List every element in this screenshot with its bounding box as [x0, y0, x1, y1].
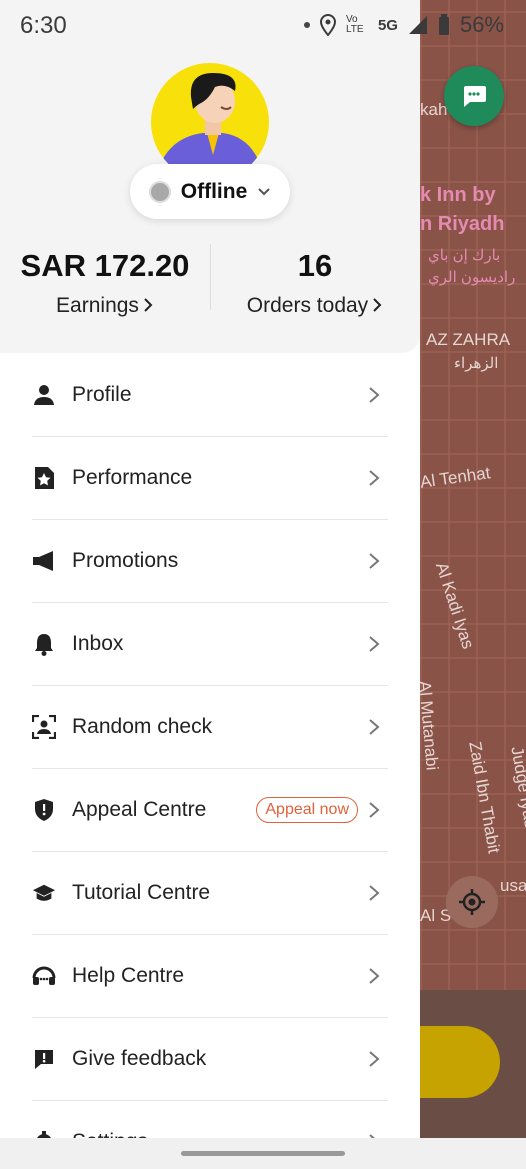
map-label: بارك إن باي — [428, 247, 501, 264]
menu-item-label: Help Centre — [72, 964, 185, 987]
menu-item-label: Random check — [72, 715, 213, 738]
headset-icon — [32, 966, 56, 985]
star-document-icon — [35, 467, 54, 489]
menu-item-performance[interactable]: Performance — [32, 437, 388, 520]
face-scan-icon — [32, 715, 56, 739]
menu-item-label: Tutorial Centre — [72, 881, 211, 904]
gear-icon — [37, 1131, 51, 1138]
map-label: kah — [420, 100, 448, 119]
earnings-value: SAR 172.20 — [20, 248, 190, 283]
notification-dot-icon — [303, 22, 310, 28]
map-label: usab — [500, 876, 526, 895]
orders-link[interactable]: Orders today — [230, 294, 400, 318]
menu-item-random-check[interactable]: Random check — [32, 686, 388, 769]
menu-item-settings[interactable]: Settings — [32, 1101, 388, 1138]
menu-item-give-feedback[interactable]: Give feedback — [32, 1018, 388, 1101]
graduation-cap-icon — [32, 884, 56, 901]
volte-indicator: Vo LTE — [345, 14, 364, 35]
chevron-right-icon — [369, 553, 380, 569]
earnings-stat[interactable]: SAR 172.20 Earnings — [20, 248, 190, 318]
menu-item-label: Give feedback — [72, 1047, 207, 1070]
crosshair-icon — [459, 889, 485, 915]
menu-item-help-centre[interactable]: Help Centre — [32, 935, 388, 1018]
orders-stat[interactable]: 16 Orders today — [230, 248, 400, 318]
bell-icon — [35, 634, 53, 656]
chevron-right-icon — [369, 636, 380, 652]
chevron-right-icon — [373, 298, 382, 312]
network-type: 5G — [377, 16, 398, 34]
orders-label: Orders today — [246, 294, 369, 317]
battery-level: 56% — [459, 12, 504, 37]
chevron-right-icon — [369, 1051, 380, 1067]
menu-item-tutorial-centre[interactable]: Tutorial Centre — [32, 852, 388, 935]
menu-item-label: Profile — [72, 383, 132, 406]
home-gesture-handle[interactable] — [181, 1151, 345, 1156]
megaphone-icon — [33, 551, 53, 571]
stats-divider — [210, 244, 211, 310]
menu-item-appeal-centre[interactable]: Appeal Centre Appeal now — [32, 769, 388, 852]
chevron-right-icon — [144, 298, 153, 312]
location-pin-icon — [319, 14, 336, 36]
map-label: AZ ZAHRA — [426, 330, 511, 349]
online-status-toggle[interactable]: Offline — [130, 164, 290, 219]
system-navigation-bar — [0, 1138, 526, 1169]
status-label: Offline — [180, 179, 248, 203]
chevron-right-icon — [369, 885, 380, 901]
menu-item-label: Appeal Centre — [72, 798, 207, 821]
chevron-right-icon — [369, 968, 380, 984]
person-icon — [34, 385, 54, 405]
navigation-drawer: Offline SAR 172.20 Earnings 16 Orders to… — [0, 0, 420, 1138]
map-label: k Inn by — [420, 184, 496, 206]
chevron-right-icon — [369, 719, 380, 735]
signal-icon — [408, 16, 427, 34]
menu-item-inbox[interactable]: Inbox — [32, 603, 388, 686]
menu-item-label: Settings — [72, 1130, 148, 1138]
feedback-icon — [35, 1050, 53, 1069]
menu-item-profile[interactable]: Profile — [32, 354, 388, 437]
chat-icon — [464, 86, 486, 107]
menu-item-label: Promotions — [72, 549, 179, 572]
chat-button[interactable] — [444, 66, 504, 126]
orders-value: 16 — [297, 248, 333, 283]
map-label: راديسون الري — [428, 269, 516, 286]
appeal-now-badge[interactable]: Appeal now — [256, 797, 358, 823]
drawer-header: Offline SAR 172.20 Earnings 16 Orders to… — [0, 0, 420, 353]
menu-item-promotions[interactable]: Promotions — [32, 520, 388, 603]
battery-icon — [438, 14, 449, 35]
recenter-location-button[interactable] — [446, 876, 498, 928]
drawer-menu: Profile Performance Promotions Inbox Ran… — [0, 354, 420, 1138]
shield-icon — [35, 799, 53, 821]
chevron-right-icon — [369, 802, 380, 818]
earnings-label: Earnings — [56, 294, 139, 317]
status-icons: Vo LTE 5G 56% — [303, 12, 504, 38]
go-online-button[interactable] — [420, 1026, 500, 1098]
chevron-right-icon — [369, 387, 380, 403]
map-label: n Riyadh — [420, 213, 505, 235]
menu-item-label: Inbox — [72, 632, 124, 655]
menu-item-label: Performance — [72, 466, 193, 489]
clock: 6:30 — [20, 12, 67, 39]
chevron-right-icon — [369, 470, 380, 486]
chevron-down-icon — [258, 187, 270, 195]
status-dot — [148, 180, 171, 203]
map-label: الزهراء — [454, 355, 499, 372]
earnings-link[interactable]: Earnings — [20, 294, 190, 318]
status-bar: 6:30 Vo LTE 5G 56% — [0, 0, 526, 52]
